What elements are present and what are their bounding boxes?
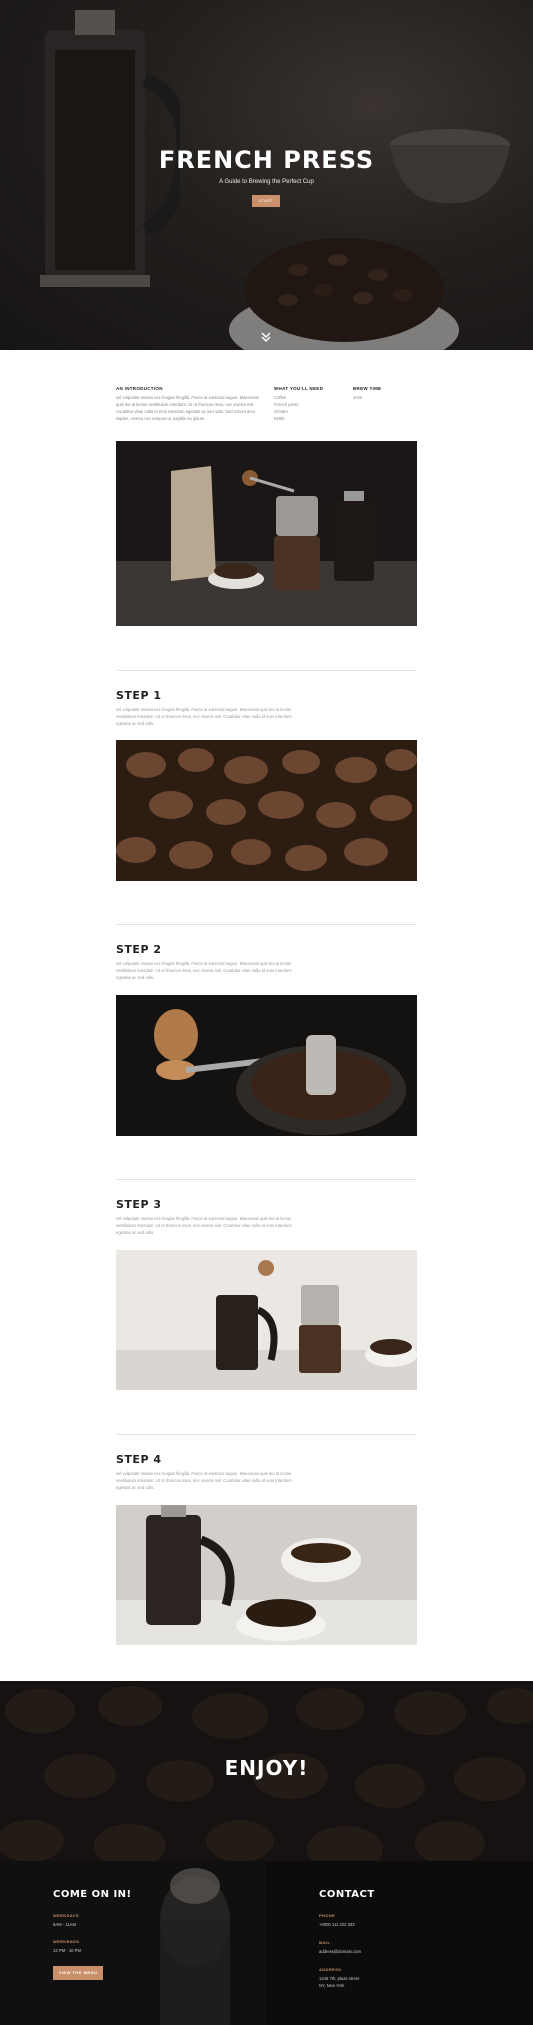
brew-time-value: 4min: [353, 395, 363, 400]
intro-photo: [116, 441, 417, 626]
footer-section: [0, 1861, 533, 2025]
mail-value[interactable]: address@domain.com: [319, 1948, 361, 1955]
phone-label: PHONE: [319, 1913, 336, 1918]
address-line-2: NY, New York: [319, 1983, 345, 1988]
divider: [116, 670, 417, 671]
step1-photo: [116, 740, 417, 881]
coffee-grinder-image: [116, 995, 417, 1136]
phone-value[interactable]: +0000 111 222 333: [319, 1921, 355, 1928]
footer-hours-title: COME ON IN!: [53, 1889, 132, 1900]
brewed-coffee-image: [116, 1505, 417, 1645]
step-text: vel vulputate massa nec feugiat fringill…: [116, 707, 292, 726]
coffee-setup-image: [116, 466, 417, 626]
needs-heading: WHAT YOU'LL NEED: [274, 386, 324, 391]
step-title: STEP 4: [116, 1453, 162, 1466]
weekends-value: 12 PM - 10 PM: [53, 1948, 81, 1953]
step4-photo: [116, 1505, 417, 1645]
intro-column: AN INTRODUCTION vel vulputate massa nec …: [116, 386, 261, 422]
intro-text: vel vulputate massa nec feugiat fringill…: [116, 395, 259, 421]
needs-item: French press: [274, 402, 299, 407]
divider: [116, 1434, 417, 1435]
double-chevron-down-icon[interactable]: [259, 330, 273, 344]
view-menu-button[interactable]: VIEW THE MENU: [53, 1966, 103, 1980]
step-title: STEP 1: [116, 689, 162, 702]
divider: [116, 1179, 417, 1180]
hero-title: FRENCH PRESS: [158, 146, 375, 174]
weekdays-value: 6AM - 11AM: [53, 1922, 76, 1927]
press-and-grinder-image: [116, 1250, 417, 1390]
address-line-1: 1245 7th, plaza street: [319, 1976, 360, 1981]
step-title: STEP 3: [116, 1198, 162, 1211]
footer-left-panel: [0, 1861, 266, 2025]
needs-item: Grinder: [274, 409, 288, 414]
step-text: vel vulputate massa nec feugiat fringill…: [116, 1471, 292, 1490]
address-label: ADDRESS: [319, 1967, 342, 1972]
intro-heading: AN INTRODUCTION: [116, 386, 163, 391]
step2-photo: [116, 995, 417, 1136]
coffee-beans-closeup-image: [116, 740, 417, 881]
start-button[interactable]: START: [252, 195, 280, 207]
step-text: vel vulputate massa nec feugiat fringill…: [116, 961, 292, 980]
needs-item: Kettle: [274, 416, 285, 421]
hero-subtitle: A Guide to Brewing the Perfect Cup: [219, 179, 314, 185]
footer-contact-title: CONTACT: [319, 1889, 375, 1900]
needs-item: Coffee: [274, 395, 287, 400]
brew-time-heading: BREW TIME: [353, 386, 382, 391]
hero-overlay: [0, 0, 533, 350]
weekdays-label: WEEKDAYS: [53, 1913, 79, 1918]
needs-list: Coffee French press Grinder Kettle: [274, 394, 334, 422]
step-title: STEP 2: [116, 943, 162, 956]
step-text: vel vulputate massa nec feugiat fringill…: [116, 1216, 292, 1235]
step3-photo: [116, 1250, 417, 1390]
hero-section: FRENCH PRESS A Guide to Brewing the Perf…: [0, 0, 533, 350]
mail-label: MAIL: [319, 1940, 331, 1945]
coffee-cup-background-image: [0, 1861, 266, 2025]
divider: [116, 924, 417, 925]
brew-time-column: BREW TIME 4min: [353, 386, 413, 401]
weekends-label: WEEKENDS: [53, 1939, 80, 1944]
needs-column: WHAT YOU'LL NEED Coffee French press Gri…: [274, 386, 334, 422]
enjoy-title: ENJOY!: [224, 1756, 309, 1780]
